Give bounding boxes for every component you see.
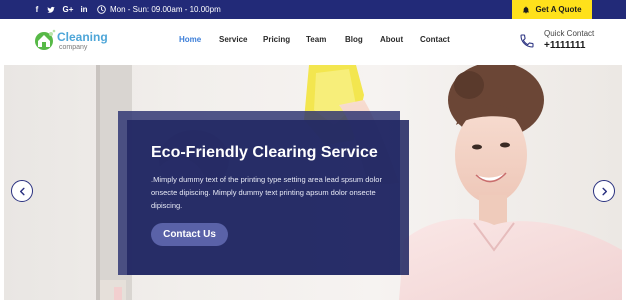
hero-description: .Mimply dummy text of the printing type … xyxy=(151,175,382,210)
nav-pricing[interactable]: Pricing xyxy=(263,35,290,45)
hero-title: Eco-Friendly Clearing Service xyxy=(151,144,378,161)
quick-contact-label: Quick Contact xyxy=(544,29,595,38)
slider-next-button[interactable] xyxy=(593,180,615,202)
linkedin-glyph: in xyxy=(80,5,88,14)
twitter-icon[interactable] xyxy=(45,0,57,19)
facebook-glyph: f xyxy=(35,5,39,14)
facebook-icon[interactable]: f xyxy=(32,0,42,19)
bell-icon xyxy=(523,6,530,13)
contact-us-button[interactable]: Contact Us xyxy=(151,223,228,246)
logo-subtitle: company xyxy=(59,44,88,51)
top-bar: f G+ in Mon - Sun: 09.00am - 10.00pm Get… xyxy=(0,0,626,19)
google-plus-icon[interactable]: G+ xyxy=(60,0,76,19)
nav-home[interactable]: Home xyxy=(179,35,201,45)
slider-prev-button[interactable] xyxy=(11,180,33,202)
quick-contact-phone[interactable]: +1111111 xyxy=(544,40,585,52)
linkedin-icon[interactable]: in xyxy=(78,0,90,19)
logo-name: Cleaning xyxy=(57,30,108,44)
house-logo-icon xyxy=(35,29,56,50)
phone-icon xyxy=(520,34,534,48)
nav-about[interactable]: About xyxy=(380,35,403,45)
nav-contact[interactable]: Contact xyxy=(420,35,450,45)
chevron-left-icon xyxy=(19,187,25,195)
nav-blog[interactable]: Blog xyxy=(345,35,363,45)
get-a-quote-button[interactable]: Get A Quote xyxy=(512,0,592,19)
google-plus-glyph: G+ xyxy=(62,5,74,14)
get-a-quote-label: Get A Quote xyxy=(535,5,582,14)
nav-service[interactable]: Service xyxy=(219,35,247,45)
clock-icon xyxy=(97,5,106,14)
logo[interactable]: Cleaning company xyxy=(35,28,108,54)
chevron-right-icon xyxy=(601,187,607,195)
opening-hours: Mon - Sun: 09.00am - 10.00pm xyxy=(110,5,221,14)
nav-team[interactable]: Team xyxy=(306,35,326,45)
